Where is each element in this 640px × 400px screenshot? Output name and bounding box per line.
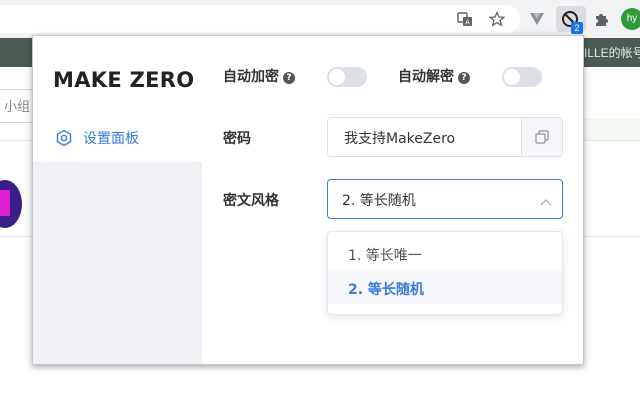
popup-sidebar: MAKE ZERO 设置面板 — [33, 36, 202, 364]
password-label: 密码 — [223, 131, 251, 147]
cipher-style-dropdown: 1. 等长唯一 2. 等长随机 — [327, 231, 563, 315]
profile-avatar[interactable]: hy — [621, 8, 640, 30]
bookmark-star-icon[interactable] — [487, 9, 507, 29]
help-icon[interactable]: ? — [283, 72, 295, 84]
copy-button[interactable] — [521, 118, 562, 156]
option-label: 2. 等长随机 — [348, 282, 424, 298]
page-input-text: 小组 — [4, 100, 31, 115]
extensions-puzzle-icon[interactable] — [591, 9, 611, 29]
cipher-style-label: 密文风格 — [223, 193, 279, 209]
dropdown-option-selected[interactable]: 2. 等长随机 — [328, 270, 562, 304]
page-highlight-strip — [582, 118, 640, 140]
sidebar-item-label: 设置面板 — [83, 131, 139, 147]
password-field[interactable]: 我支持MakeZero — [327, 117, 563, 157]
toggle-knob — [329, 69, 345, 85]
copy-icon — [535, 130, 549, 144]
sidebar-item-settings[interactable]: 设置面板 — [55, 128, 139, 148]
password-value: 我支持MakeZero — [344, 131, 456, 147]
option-label: 1. 等长唯一 — [348, 248, 422, 264]
auto-decrypt-label: 自动解密? — [398, 66, 470, 86]
cipher-style-selected: 2. 等长随机 — [342, 193, 416, 209]
browser-toolbar: A 2 hy — [0, 0, 640, 39]
page-account-text[interactable]: ILLE的帐号 — [584, 44, 640, 61]
svg-text:A: A — [465, 19, 470, 27]
auto-encrypt-text: 自动加密 — [223, 69, 279, 85]
brand-title: MAKE ZERO — [53, 68, 195, 92]
page-user-avatar-detail — [0, 190, 10, 216]
cipher-style-select[interactable]: 2. 等长随机 — [327, 179, 563, 219]
extension-badge: 2 — [571, 22, 583, 34]
dropdown-option[interactable]: 1. 等长唯一 — [328, 236, 562, 270]
auto-decrypt-text: 自动解密 — [398, 69, 454, 85]
auto-decrypt-toggle[interactable] — [502, 67, 542, 87]
auto-encrypt-toggle[interactable] — [327, 67, 367, 87]
toggle-knob — [504, 69, 520, 85]
help-icon[interactable]: ? — [458, 72, 470, 84]
vue-devtools-icon[interactable] — [527, 9, 547, 29]
translate-icon[interactable]: A — [455, 9, 475, 29]
address-bar[interactable] — [0, 5, 520, 33]
auto-encrypt-label: 自动加密? — [223, 66, 295, 86]
gear-icon — [55, 129, 73, 147]
extension-popup: MAKE ZERO 设置面板 自动加密? 自动解密? 密码 我支持MakeZer… — [32, 35, 584, 365]
chevron-up-icon — [540, 193, 552, 212]
